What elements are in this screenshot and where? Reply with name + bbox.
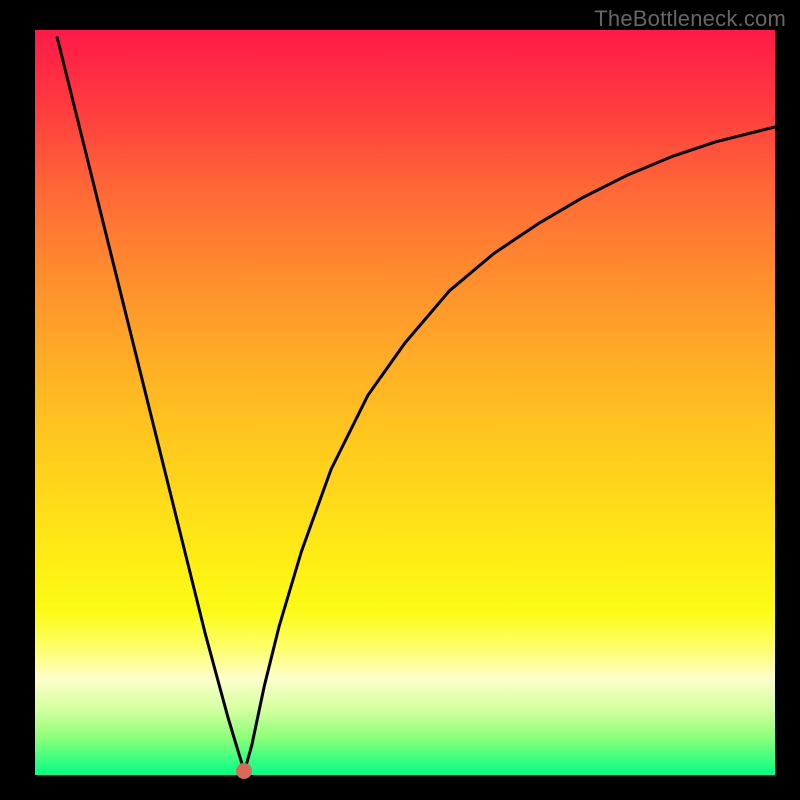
bottleneck-curve <box>35 30 775 775</box>
chart-frame: TheBottleneck.com <box>0 0 800 800</box>
curve-path <box>57 38 775 772</box>
minimum-point-marker <box>236 763 252 779</box>
watermark-text: TheBottleneck.com <box>594 6 786 32</box>
